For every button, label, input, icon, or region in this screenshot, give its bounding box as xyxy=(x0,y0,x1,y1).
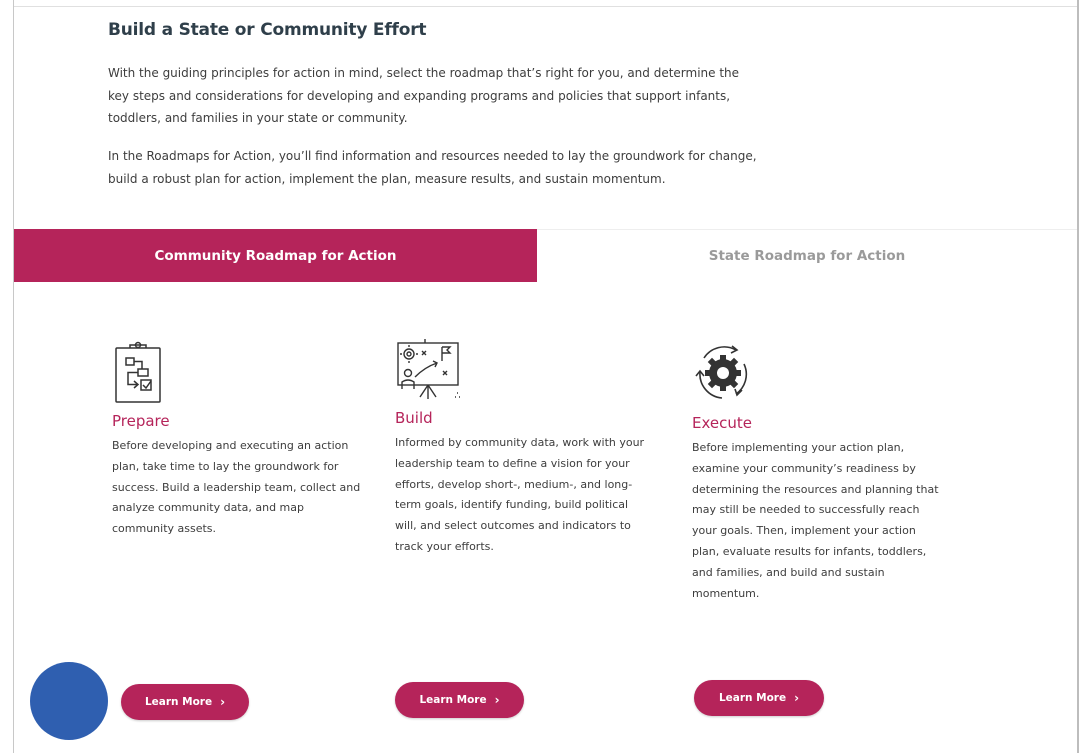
card-title-prepare: Prepare xyxy=(112,412,170,430)
learn-more-label: Learn More xyxy=(419,694,487,706)
card-build: Build Informed by community data, work w… xyxy=(395,337,645,558)
page-border-top xyxy=(14,6,1077,7)
chevron-right-icon: › xyxy=(794,691,800,705)
learn-more-button-build[interactable]: Learn More › xyxy=(395,682,524,718)
section-heading: Build a State or Community Effort xyxy=(108,20,427,40)
page-border-left xyxy=(13,0,14,753)
gear-cycle-icon xyxy=(692,342,762,406)
chevron-right-icon: › xyxy=(494,693,500,707)
card-title-build: Build xyxy=(395,409,433,427)
presentation-strategy-icon xyxy=(395,337,465,401)
intro-paragraph-2: In the Roadmaps for Action, you’ll find … xyxy=(108,149,757,186)
tab-community-roadmap[interactable]: Community Roadmap for Action xyxy=(14,229,537,282)
learn-more-button-execute[interactable]: Learn More › xyxy=(694,680,824,716)
card-prepare: Prepare Before developing and executing … xyxy=(112,340,362,540)
clipboard-flowchart-icon xyxy=(112,340,182,404)
intro-paragraph-1: With the guiding principles for action i… xyxy=(108,66,740,125)
chevron-right-icon: › xyxy=(220,695,226,709)
roadmap-tabs: Community Roadmap for Action State Roadm… xyxy=(14,229,1077,282)
learn-more-button-prepare[interactable]: Learn More › xyxy=(121,684,249,720)
page-border-right xyxy=(1077,0,1079,753)
card-execute: Execute Before implementing your action … xyxy=(692,342,942,604)
card-description-prepare: Before developing and executing an actio… xyxy=(112,439,361,536)
tab-state-roadmap[interactable]: State Roadmap for Action xyxy=(537,229,1077,282)
chat-bubble[interactable] xyxy=(30,662,108,740)
card-description-build: Informed by community data, work with yo… xyxy=(395,436,645,553)
card-description-execute: Before implementing your action plan, ex… xyxy=(692,441,939,600)
learn-more-label: Learn More xyxy=(718,692,787,704)
learn-more-label: Learn More xyxy=(144,696,213,708)
card-title-execute: Execute xyxy=(692,414,752,432)
